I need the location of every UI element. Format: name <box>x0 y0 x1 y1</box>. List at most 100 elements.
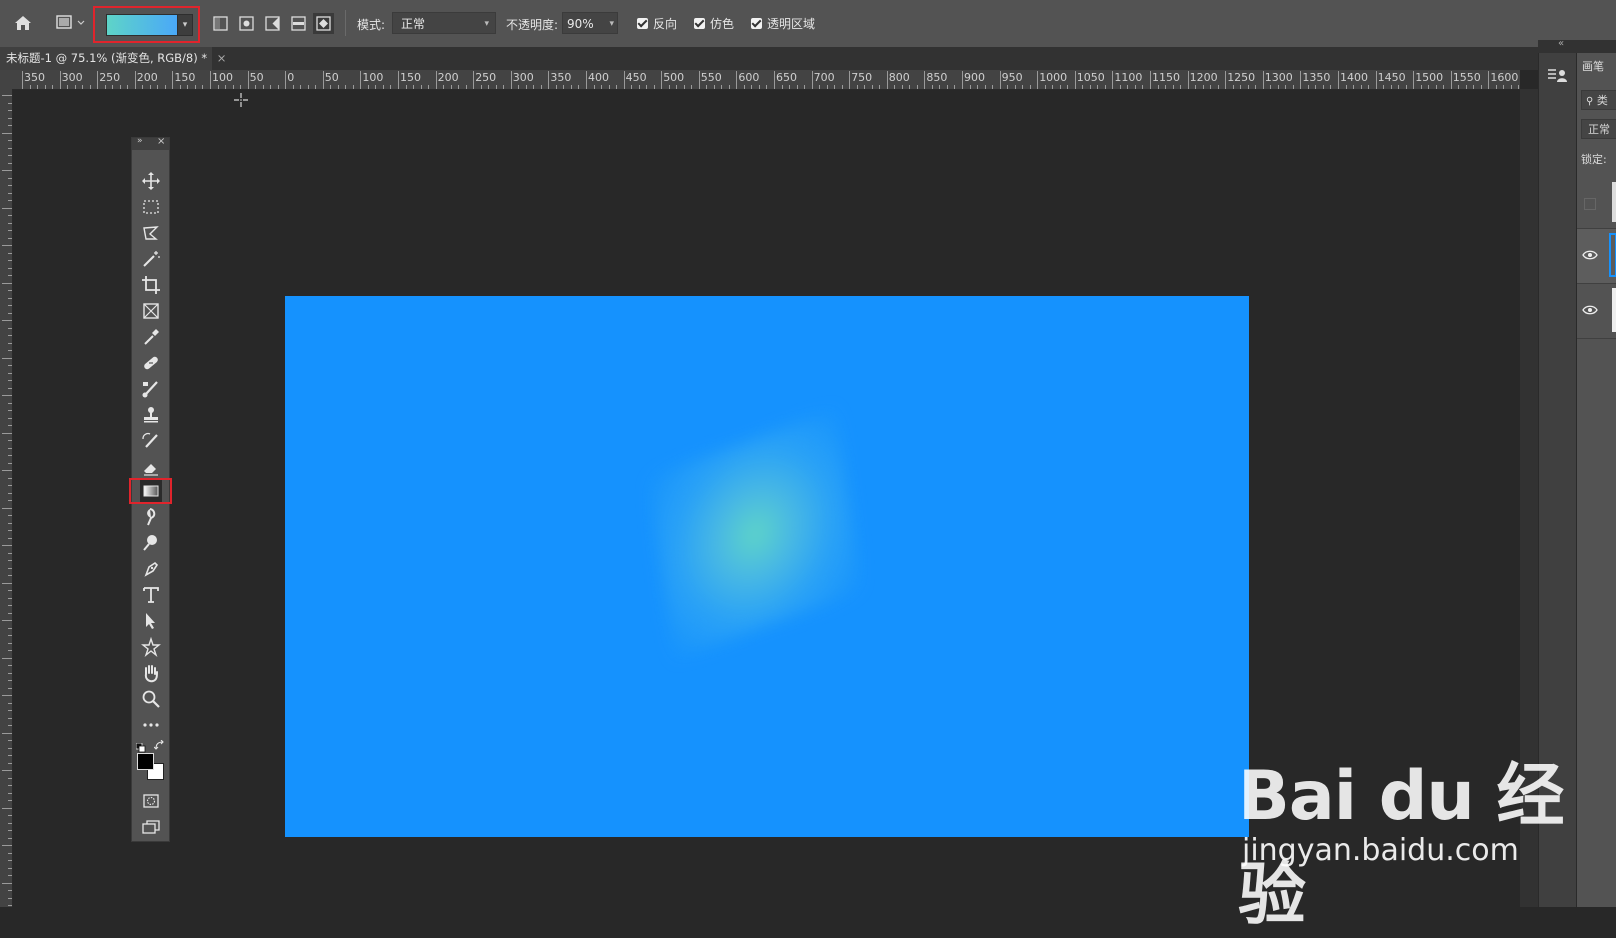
more-tools-icon[interactable] <box>140 714 162 736</box>
close-panel-icon[interactable]: × <box>157 136 165 147</box>
hand-tool[interactable] <box>140 662 162 684</box>
dodge-tool[interactable] <box>140 532 162 554</box>
swap-colors-icon[interactable] <box>153 739 165 754</box>
ruler-minor-tick <box>570 85 572 89</box>
ruler-minor-tick <box>337 85 339 89</box>
ruler-minor-tick <box>8 350 12 351</box>
quick-mask-icon[interactable] <box>140 790 162 812</box>
ruler-minor-tick <box>826 85 828 89</box>
document-tab-bar <box>0 47 1538 70</box>
checkbox-checked-icon <box>637 18 648 29</box>
ruler-label: 0 <box>287 71 295 84</box>
angle-gradient-icon[interactable] <box>265 16 280 34</box>
lasso-tool[interactable] <box>140 222 162 244</box>
history-brush-tool[interactable] <box>140 430 162 452</box>
ruler-minor-tick <box>1330 85 1332 89</box>
ruler-minor-tick <box>8 560 12 561</box>
eyedropper-tool[interactable] <box>140 326 162 348</box>
ruler-minor-tick <box>2 170 12 171</box>
blend-mode-select[interactable]: 正常 <box>1581 119 1616 139</box>
ruler-minor-tick <box>8 612 12 614</box>
ruler-minor-tick <box>67 85 69 89</box>
ruler-minor-tick <box>766 85 768 89</box>
crop-tool[interactable] <box>140 274 162 296</box>
ruler-minor-tick <box>8 762 12 764</box>
pen-tool[interactable] <box>140 558 162 580</box>
ruler-minor-tick <box>29 85 31 89</box>
ruler-minor-tick <box>8 387 12 389</box>
ruler-minor-tick <box>2 770 12 771</box>
gradient-preview-swatch[interactable] <box>106 14 178 36</box>
tool-preset-picker[interactable] <box>56 15 86 34</box>
frame-tool[interactable] <box>140 300 162 322</box>
reverse-checkbox[interactable]: 反向 <box>637 15 677 32</box>
ruler-minor-tick <box>864 85 866 89</box>
document-tab[interactable]: 未标题-1 @ 75.1% (渐变色, RGB/8) * × <box>0 47 226 70</box>
layer-filter-field[interactable]: ⚲ 类 <box>1581 90 1616 110</box>
ruler-minor-tick <box>2 807 12 809</box>
eye-icon[interactable] <box>1582 249 1598 263</box>
layer-row-3[interactable] <box>1577 284 1616 339</box>
opacity-field[interactable]: 90% ▾ <box>562 12 618 34</box>
gradient-dropdown-button[interactable]: ▾ <box>177 14 193 36</box>
marquee-tool[interactable] <box>140 196 162 218</box>
diamond-gradient-icon[interactable] <box>313 13 334 37</box>
close-icon[interactable]: × <box>217 51 227 65</box>
ruler-minor-tick <box>8 147 12 149</box>
ruler-label: 400 <box>588 71 609 84</box>
expand-panel-icon[interactable]: » <box>137 136 143 146</box>
zoom-tool[interactable] <box>140 688 162 710</box>
ruler-minor-tick <box>1428 85 1430 89</box>
move-tool[interactable] <box>140 170 162 192</box>
mode-select[interactable]: 正常 ▾ <box>392 12 496 34</box>
screen-mode-icon[interactable] <box>140 816 162 838</box>
layer-row-1[interactable] <box>1577 178 1616 229</box>
ruler-minor-tick <box>593 85 595 89</box>
collapse-panels-icon[interactable]: « <box>1558 38 1564 49</box>
magic-wand-tool[interactable] <box>140 248 162 270</box>
foreground-color-swatch[interactable] <box>137 753 154 770</box>
transparency-checkbox[interactable]: 透明区域 <box>751 15 815 32</box>
layer-row-2[interactable] <box>1577 229 1616 284</box>
properties-panel-icon[interactable] <box>1547 67 1569 88</box>
ruler-label: 250 <box>99 71 121 84</box>
vertical-ruler[interactable] <box>0 89 13 907</box>
ruler-minor-tick <box>2 545 12 546</box>
ruler-minor-tick <box>413 85 415 89</box>
home-icon[interactable] <box>13 13 33 36</box>
ruler-minor-tick <box>315 85 317 89</box>
healing-brush-tool[interactable] <box>140 352 162 374</box>
ruler-minor-tick <box>841 85 843 89</box>
visibility-checkbox-empty[interactable] <box>1584 198 1596 210</box>
horizontal-ruler[interactable]: 350 300 250 200 150 100 50 0 50 100 150 200 250 300 35… <box>12 70 1520 90</box>
ruler-minor-tick <box>390 85 392 89</box>
radial-gradient-icon[interactable] <box>239 16 254 34</box>
eraser-tool[interactable] <box>140 456 162 478</box>
reflected-gradient-icon[interactable] <box>291 16 306 34</box>
ruler-label: 1300 <box>1264 71 1293 84</box>
ruler-minor-tick <box>8 192 12 194</box>
custom-shape-tool[interactable] <box>140 636 162 658</box>
gradient-tool[interactable] <box>140 480 162 502</box>
ruler-minor-tick <box>819 85 821 89</box>
linear-gradient-icon[interactable] <box>213 16 228 34</box>
ruler-minor-tick <box>1420 85 1422 89</box>
blur-tool[interactable] <box>140 506 162 528</box>
brush-tool[interactable] <box>140 378 162 400</box>
eye-icon[interactable] <box>1582 304 1598 318</box>
chevron-down-icon[interactable]: ▾ <box>609 13 614 35</box>
clone-stamp-tool[interactable] <box>140 404 162 426</box>
tools-panel-header[interactable]: » × <box>132 136 169 150</box>
ruler-label: 350 <box>550 71 572 84</box>
document-canvas[interactable] <box>285 296 1249 837</box>
path-selection-tool[interactable] <box>140 610 162 632</box>
ruler-label: 950 <box>1001 71 1023 84</box>
ruler-minor-tick <box>89 85 91 89</box>
ruler-minor-tick <box>1465 85 1467 89</box>
ruler-minor-tick <box>8 725 12 726</box>
ruler-minor-tick <box>127 85 129 89</box>
type-tool[interactable] <box>140 584 162 606</box>
ruler-minor-tick <box>901 85 903 89</box>
ruler-major-tick <box>586 71 587 89</box>
dither-checkbox[interactable]: 仿色 <box>694 15 734 32</box>
